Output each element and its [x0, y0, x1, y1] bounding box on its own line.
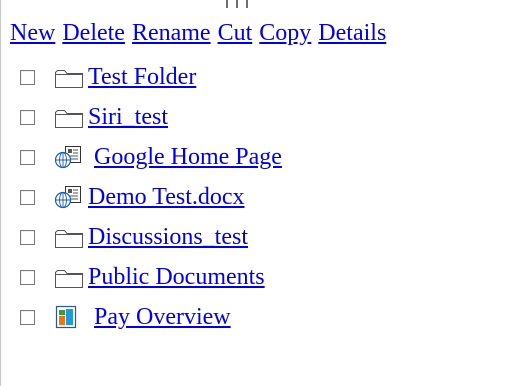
rename-link[interactable]: Rename	[132, 18, 211, 48]
list-item: Google Home Page	[20, 137, 510, 177]
item-checkbox[interactable]	[20, 269, 35, 285]
copy-link[interactable]: Copy	[259, 18, 311, 48]
list-item: Pay Overview	[20, 297, 510, 337]
details-link[interactable]: Details	[318, 18, 386, 48]
web-link-icon	[54, 145, 88, 169]
item-checkbox[interactable]	[20, 309, 35, 325]
item-checkbox[interactable]	[20, 69, 35, 85]
item-label[interactable]: Test Folder	[88, 63, 196, 91]
folder-icon	[54, 225, 88, 249]
new-link[interactable]: New	[10, 18, 55, 48]
item-label[interactable]: Public Documents	[88, 263, 265, 291]
item-checkbox[interactable]	[20, 229, 35, 245]
list-item: Demo Test.docx	[20, 177, 510, 217]
delete-link[interactable]: Delete	[62, 18, 125, 48]
frame-divider	[246, 0, 248, 8]
frame-divider	[226, 0, 228, 8]
file-list: Test Folder Siri_test Google Home Page D…	[20, 57, 510, 337]
item-label[interactable]: Discussions_test	[88, 223, 248, 251]
list-item: Discussions_test	[20, 217, 510, 257]
item-checkbox[interactable]	[20, 149, 35, 165]
report-chart-icon	[54, 305, 88, 329]
list-item: Test Folder	[20, 57, 510, 97]
list-item: Public Documents	[20, 257, 510, 297]
folder-icon	[54, 65, 88, 89]
frame-left-border	[0, 0, 1, 386]
item-label[interactable]: Demo Test.docx	[88, 183, 245, 211]
frame-divider	[236, 0, 238, 8]
folder-icon	[54, 105, 88, 129]
item-label[interactable]: Pay Overview	[94, 303, 231, 331]
item-checkbox[interactable]	[20, 109, 35, 125]
toolbar: New Delete Rename Cut Copy Details	[10, 18, 386, 48]
list-item: Siri_test	[20, 97, 510, 137]
cut-link[interactable]: Cut	[218, 18, 253, 48]
item-label[interactable]: Google Home Page	[94, 143, 282, 171]
item-label[interactable]: Siri_test	[88, 103, 168, 131]
folder-icon	[54, 265, 88, 289]
window-top-edge	[0, 0, 522, 10]
item-checkbox[interactable]	[20, 189, 35, 205]
web-link-icon	[54, 185, 88, 209]
